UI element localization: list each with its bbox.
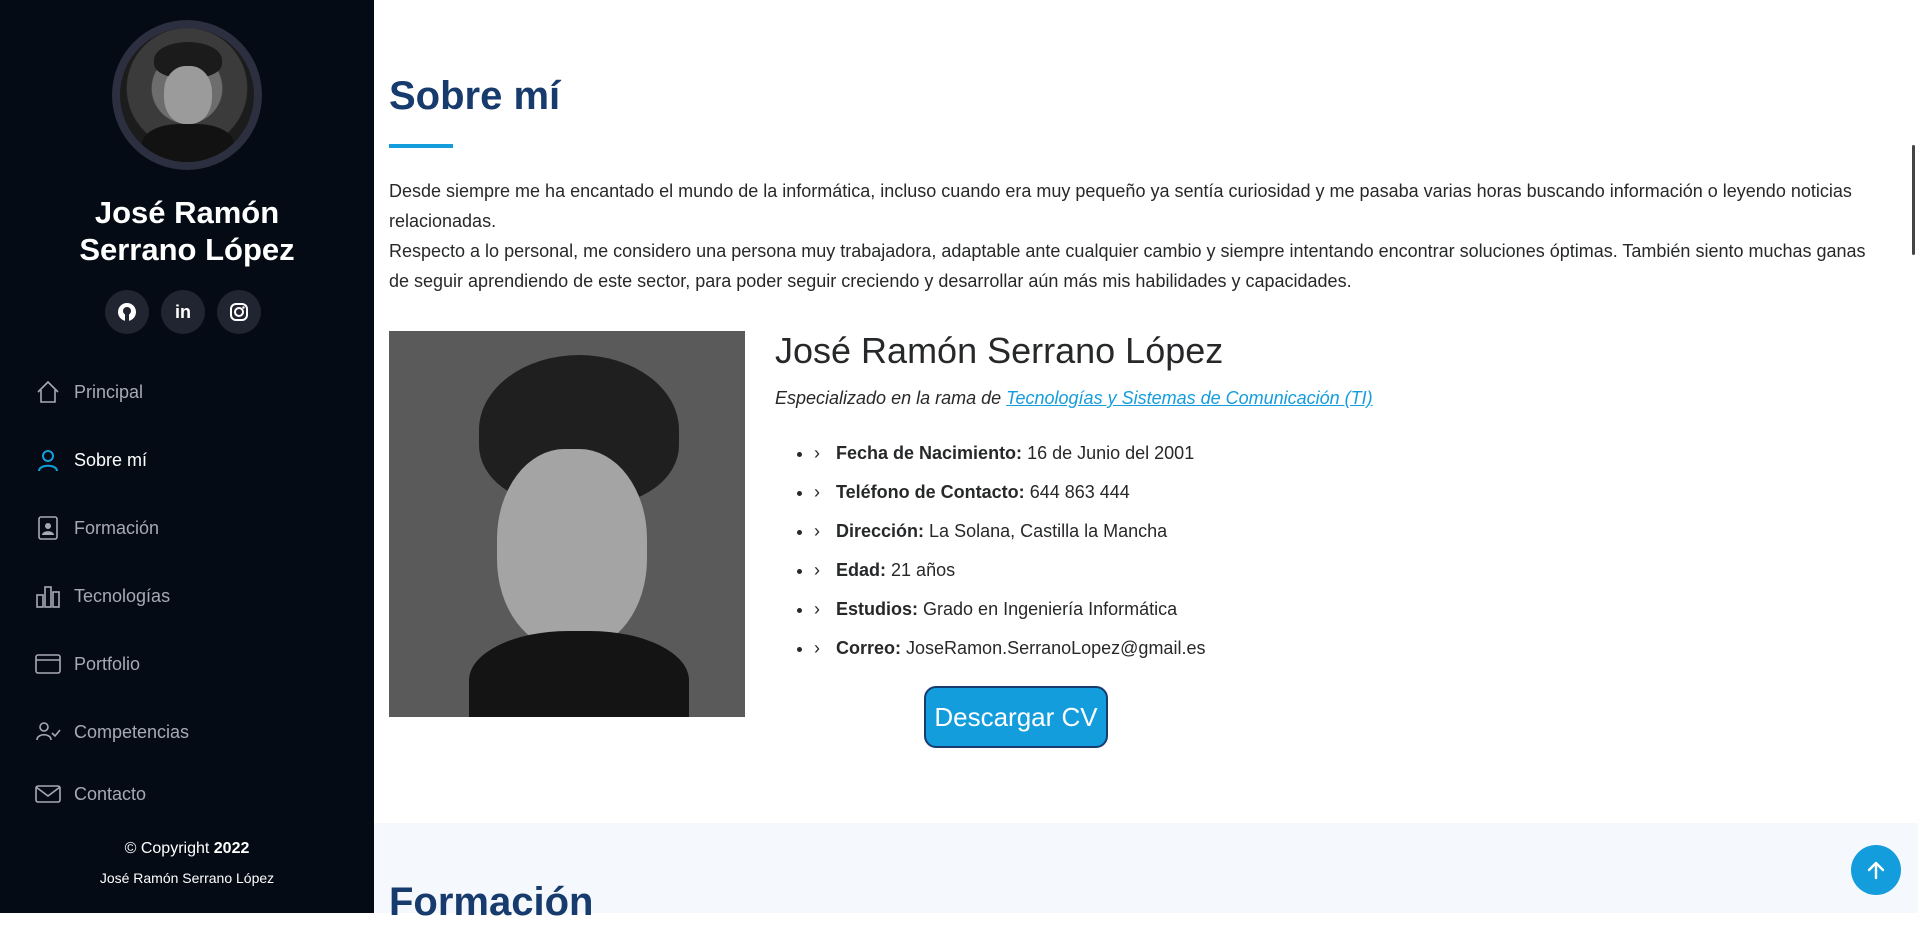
linkedin-glyph: in bbox=[175, 301, 191, 322]
detail-label: Teléfono de Contacto: bbox=[836, 482, 1025, 502]
title-underline bbox=[389, 144, 453, 148]
arrow-up-icon bbox=[1867, 861, 1885, 880]
intro-paragraph-2: Respecto a lo personal, me considero una… bbox=[389, 241, 1866, 291]
envelope-icon bbox=[34, 780, 62, 808]
nav-label: Sobre mí bbox=[74, 449, 148, 470]
profile-avatar bbox=[112, 20, 262, 170]
sidebar: José Ramón Serrano López in Principal So… bbox=[0, 0, 374, 913]
person-check-icon bbox=[34, 718, 62, 746]
chevron-right-icon: › bbox=[814, 521, 820, 541]
detail-item: › Teléfono de Contacto: 644 863 444 bbox=[814, 475, 1205, 514]
detail-label: Correo: bbox=[836, 638, 902, 658]
nav-item-tecnologias[interactable]: Tecnologías bbox=[34, 562, 354, 630]
detail-label: Fecha de Nacimiento: bbox=[836, 443, 1023, 463]
nav-label: Tecnologías bbox=[74, 585, 171, 606]
avatar-image bbox=[120, 28, 254, 162]
detail-item: › Estudios: Grado en Ingeniería Informáti… bbox=[814, 592, 1205, 631]
detail-item: › Fecha de Nacimiento: 16 de Junio del 20… bbox=[814, 436, 1205, 475]
chevron-right-icon: › bbox=[814, 638, 820, 658]
intro-text: Desde siempre me ha encantado el mundo d… bbox=[389, 176, 1889, 296]
nav-item-portfolio[interactable]: Portfolio bbox=[34, 630, 354, 698]
detail-label: Estudios: bbox=[836, 599, 919, 619]
nav-label: Formación bbox=[74, 517, 160, 538]
copyright: © Copyright 2022 José Ramón Serrano Lópe… bbox=[0, 840, 374, 886]
spec-prefix: Especializado en la rama de bbox=[775, 388, 1002, 408]
detail-item: › Edad: 21 años bbox=[814, 553, 1205, 592]
intro-paragraph-1: Desde siempre me ha encantado el mundo d… bbox=[389, 181, 1852, 231]
detail-value: Grado en Ingeniería Informática bbox=[923, 599, 1178, 619]
detail-label: Dirección: bbox=[836, 521, 925, 541]
bar-chart-icon bbox=[34, 582, 62, 610]
chevron-right-icon: › bbox=[814, 443, 820, 463]
detail-value: 16 de Junio del 2001 bbox=[1027, 443, 1195, 463]
back-to-top-button[interactable] bbox=[1851, 845, 1901, 895]
nav-item-sobre-mi[interactable]: Sobre mí bbox=[34, 426, 354, 494]
detail-value: 644 863 444 bbox=[1029, 482, 1130, 502]
personal-details: › Fecha de Nacimiento: 16 de Junio del 20… bbox=[794, 436, 1205, 670]
detail-value: 21 años bbox=[891, 560, 956, 580]
sidebar-name[interactable]: José Ramón Serrano López bbox=[0, 194, 374, 268]
file-person-icon bbox=[34, 514, 62, 542]
nav-label: Portfolio bbox=[74, 653, 141, 674]
chevron-right-icon: › bbox=[814, 482, 820, 502]
specialization: Especializado en la rama de Tecnologías … bbox=[775, 388, 1373, 409]
detail-item: › Correo: JoseRamon.SerranoLopez@gmail.es bbox=[814, 631, 1205, 670]
profile-name: José Ramón Serrano López bbox=[775, 330, 1224, 371]
chevron-right-icon: › bbox=[814, 560, 820, 580]
detail-label: Edad: bbox=[836, 560, 887, 580]
nav-item-contacto[interactable]: Contacto bbox=[34, 766, 354, 822]
profile-photo bbox=[389, 331, 745, 717]
nav-label: Competencias bbox=[74, 721, 190, 742]
linkedin-icon[interactable]: in bbox=[161, 290, 205, 334]
sidebar-name-text: José Ramón Serrano López bbox=[79, 195, 295, 267]
detail-value: La Solana, Castilla la Mancha bbox=[929, 521, 1168, 541]
nav-item-competencias[interactable]: Competencias bbox=[34, 698, 354, 766]
social-links: in bbox=[105, 290, 261, 334]
download-cv-button[interactable]: Descargar CV bbox=[924, 686, 1108, 748]
copyright-prefix: © Copyright bbox=[124, 840, 210, 857]
nav-item-formacion[interactable]: Formación bbox=[34, 494, 354, 562]
section-title: Sobre mí bbox=[389, 74, 561, 118]
scrollbar[interactable] bbox=[1912, 145, 1915, 255]
user-icon bbox=[34, 446, 62, 474]
nav-label: Contacto bbox=[74, 783, 147, 804]
main-content: Sobre mí Desde siempre me ha encantado e… bbox=[374, 0, 1918, 924]
next-section-title: Formación bbox=[389, 880, 594, 924]
chevron-right-icon: › bbox=[814, 599, 820, 619]
window-icon bbox=[34, 650, 62, 678]
copyright-author: José Ramón Serrano López bbox=[99, 870, 275, 886]
home-icon bbox=[34, 378, 62, 406]
spec-link[interactable]: Tecnologías y Sistemas de Comunicación (… bbox=[1006, 388, 1373, 408]
copyright-year: 2022 bbox=[213, 840, 250, 857]
nav-item-principal[interactable]: Principal bbox=[34, 358, 354, 426]
nav-label: Principal bbox=[74, 381, 144, 402]
detail-item: › Dirección: La Solana, Castilla la Manch… bbox=[814, 514, 1205, 553]
sidebar-nav: Principal Sobre mí Formación Tecnologías… bbox=[34, 358, 354, 822]
next-section bbox=[374, 823, 1918, 913]
instagram-icon[interactable] bbox=[217, 290, 261, 334]
github-icon[interactable] bbox=[105, 290, 149, 334]
detail-value: JoseRamon.SerranoLopez@gmail.es bbox=[906, 638, 1206, 658]
